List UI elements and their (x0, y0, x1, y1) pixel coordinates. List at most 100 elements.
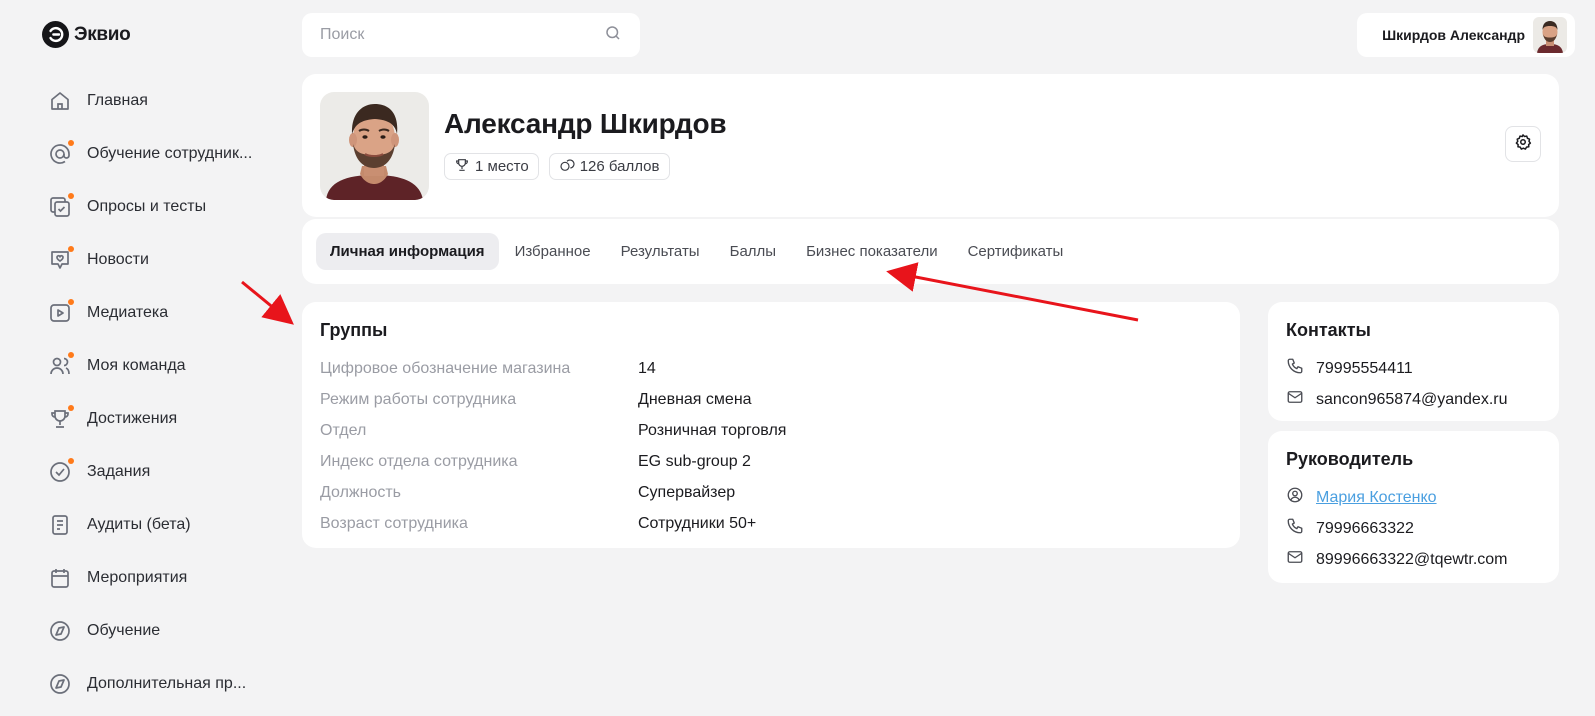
group-row: Отдел Розничная торговля (320, 415, 1222, 446)
tab-certificates[interactable]: Сертификаты (954, 233, 1078, 270)
sidebar-item-label: Дополнительная пр... (87, 674, 247, 692)
document-icon (48, 513, 72, 537)
group-row: Возраст сотрудника Сотрудники 50+ (320, 508, 1222, 539)
group-key: Индекс отдела сотрудника (320, 452, 518, 470)
manager-card: Руководитель Мария Костенко 79996663322 … (1268, 431, 1559, 583)
profile-photo (320, 92, 429, 200)
group-key: Возраст сотрудника (320, 514, 468, 532)
contacts-title: Контакты (1286, 320, 1371, 340)
sidebar-item-label: Главная (87, 91, 148, 109)
profile-badges: 1 место 126 баллов (444, 153, 670, 180)
trophy-icon (454, 157, 470, 177)
at-icon (48, 139, 74, 166)
sidebar-item-events[interactable]: Мероприятия (48, 551, 278, 604)
team-icon (48, 351, 74, 378)
compass-icon (48, 672, 72, 696)
tab-results[interactable]: Результаты (607, 233, 714, 270)
sidebar-item-achievements[interactable]: Достижения (48, 392, 278, 445)
sidebar-item-media[interactable]: Медиатека (48, 286, 278, 339)
settings-button[interactable] (1505, 126, 1541, 162)
sidebar-item-label: Обучение (87, 621, 161, 639)
user-circle-icon (1286, 486, 1304, 509)
contact-email-row: sancon965874@yandex.ru (1286, 384, 1541, 415)
logo-icon (42, 21, 69, 48)
groups-title: Группы (320, 320, 388, 340)
rank-label: 1 место (475, 158, 529, 175)
group-key: Отдел (320, 421, 367, 439)
gear-icon (1514, 133, 1532, 156)
group-row: Цифровое обозначение магазина 14 (320, 353, 1222, 384)
manager-title: Руководитель (1286, 449, 1414, 469)
phone-icon (1286, 357, 1304, 380)
sidebar-item-surveys[interactable]: Опросы и тесты (48, 180, 278, 233)
sidebar-item-news[interactable]: Новости (48, 233, 278, 286)
sidebar-item-additional[interactable]: Дополнительная пр... (48, 657, 278, 710)
sidebar-item-label: Опросы и тесты (87, 197, 207, 215)
group-value: Сотрудники 50+ (638, 514, 757, 532)
points-label: 126 баллов (579, 158, 660, 175)
phone-icon (1286, 517, 1304, 540)
notification-dot (68, 139, 74, 146)
profile-name: Александр Шкирдов (444, 108, 727, 139)
manager-name-link[interactable]: Мария Костенко (1316, 489, 1437, 507)
notification-dot (68, 404, 74, 411)
notification-dot (68, 351, 74, 358)
app-logo[interactable]: Эквио (42, 21, 131, 48)
group-row: Индекс отдела сотрудника EG sub-group 2 (320, 446, 1222, 477)
manager-email-row: 89996663322@tqewtr.com (1286, 544, 1541, 575)
sidebar-item-label: Обучение сотрудник... (87, 144, 253, 162)
calendar-icon (48, 566, 72, 590)
manager-email: 89996663322@tqewtr.com (1316, 550, 1508, 568)
group-value: Дневная смена (638, 390, 752, 408)
group-value: 14 (638, 359, 656, 377)
notification-dot (68, 245, 74, 252)
sidebar-item-team[interactable]: Моя команда (48, 339, 278, 392)
tab-points[interactable]: Баллы (716, 233, 790, 270)
profile-card: Александр Шкирдов 1 место 126 баллов (302, 74, 1559, 217)
notification-dot (68, 192, 74, 199)
sidebar-item-audits[interactable]: Аудиты (бета) (48, 498, 278, 551)
tab-favorites[interactable]: Избранное (501, 233, 605, 270)
sidebar-item-tasks[interactable]: Задания (48, 445, 278, 498)
search-input[interactable] (320, 26, 580, 44)
points-badge: 126 баллов (548, 153, 670, 180)
search-bar (302, 13, 640, 57)
contact-phone-row: 79995554411 (1286, 353, 1541, 384)
tab-personal-info[interactable]: Личная информация (316, 233, 499, 270)
sidebar-item-label: Новости (87, 250, 149, 268)
survey-icon (48, 192, 74, 219)
manager-phone-row: 79996663322 (1286, 513, 1541, 544)
sidebar-item-label: Моя команда (87, 356, 186, 374)
profile-tabs: Личная информация Избранное Результаты Б… (302, 219, 1559, 284)
user-menu[interactable]: Шкирдов Александр (1357, 13, 1575, 57)
tab-business-metrics[interactable]: Бизнес показатели (792, 233, 952, 270)
contact-email: sancon965874@yandex.ru (1316, 390, 1508, 408)
sidebar-item-label: Медиатека (87, 303, 169, 321)
mail-icon (1286, 388, 1304, 411)
group-key: Должность (320, 483, 401, 501)
contact-phone: 79995554411 (1316, 359, 1413, 377)
sidebar-item-label: Аудиты (бета) (87, 515, 191, 533)
group-value: Супервайзер (638, 483, 736, 501)
notification-dot (68, 457, 74, 464)
trophy-icon (48, 404, 74, 431)
search-icon[interactable] (604, 24, 622, 47)
sidebar-item-employee-training[interactable]: Обучение сотрудник... (48, 127, 278, 180)
mail-icon (1286, 548, 1304, 571)
group-key: Режим работы сотрудника (320, 390, 517, 408)
app-name: Эквио (74, 23, 131, 45)
sidebar: Эквио Главная Обучение сотрудник... Опро… (0, 0, 290, 716)
user-name: Шкирдов Александр (1382, 27, 1525, 43)
check-circle-icon (48, 457, 74, 484)
groups-card: Группы Цифровое обозначение магазина 14 … (302, 302, 1240, 548)
group-key: Цифровое обозначение магазина (320, 359, 571, 377)
group-value: EG sub-group 2 (638, 452, 751, 470)
manager-name-row: Мария Костенко (1286, 482, 1541, 513)
sidebar-item-home[interactable]: Главная (48, 74, 278, 127)
contacts-card: Контакты 79995554411 sancon965874@yandex… (1268, 302, 1559, 421)
sidebar-item-learning[interactable]: Обучение (48, 604, 278, 657)
group-row: Должность Супервайзер (320, 477, 1222, 508)
manager-phone: 79996663322 (1316, 519, 1414, 537)
sidebar-nav: Главная Обучение сотрудник... Опросы и т… (48, 74, 278, 710)
media-icon (48, 298, 74, 325)
